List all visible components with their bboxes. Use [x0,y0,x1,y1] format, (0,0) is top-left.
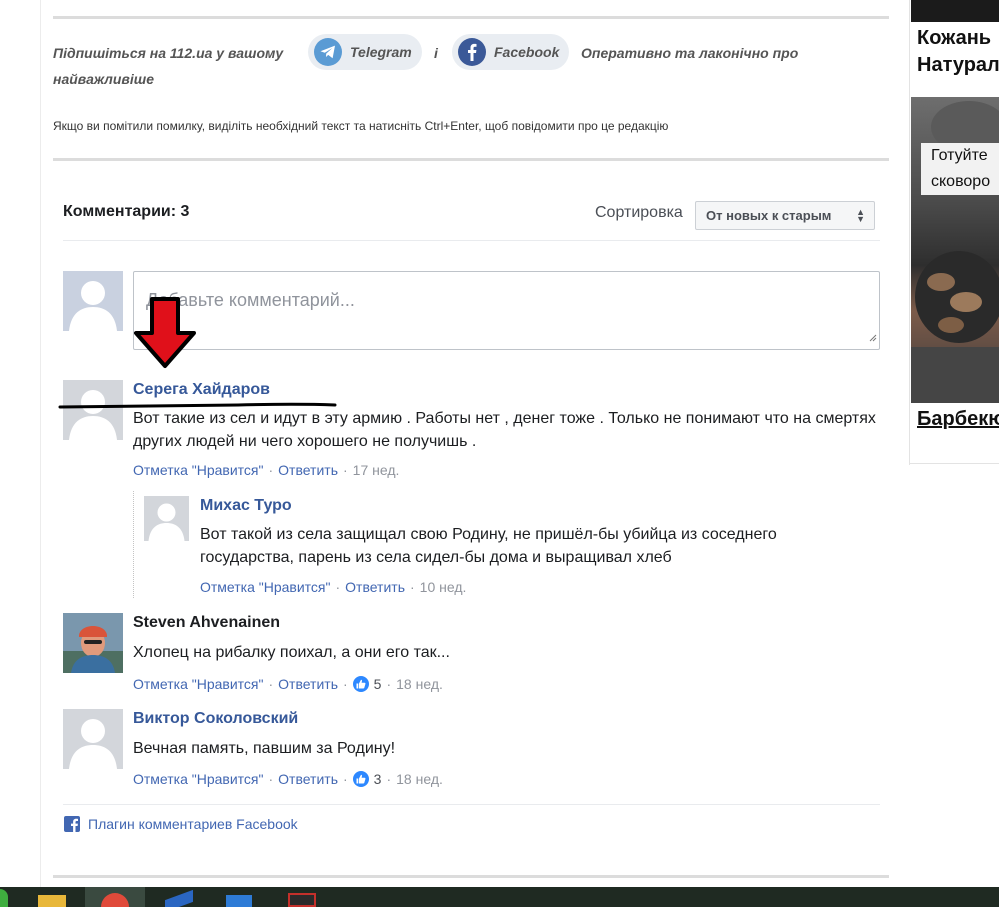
comment-author-link[interactable]: Steven Ahvenainen [133,614,280,632]
os-taskbar [0,887,999,907]
sort-label: Сортировка [595,204,683,221]
telegram-icon [314,38,342,66]
red-down-arrow-annotation [134,297,196,368]
comment-actions: Отметка "Нравится" · Ответить · 17 нед. [133,462,399,478]
facebook-plugin-link[interactable]: Плагин комментариев Facebook [64,816,298,832]
facebook-plugin-label: Плагин комментариев Facebook [88,816,298,832]
taskbar-app-icon[interactable] [0,889,8,907]
folder-icon[interactable] [38,895,66,907]
comment-time[interactable]: 17 нед. [353,462,400,478]
error-report-notice: Якщо ви помітили помилку, виділіть необх… [53,119,669,133]
reply-thread-line [133,491,134,598]
facebook-square-icon [64,816,80,832]
sidebar-caption-line1: Готуйте [931,147,988,164]
comments-footer-divider [63,804,880,805]
subscribe-suffix: Оперативно та лаконічно про [581,45,799,61]
facebook-label: Facebook [494,44,560,60]
reply-link[interactable]: Ответить [278,462,338,478]
reply-link[interactable]: Ответить [345,579,405,595]
like-link[interactable]: Отметка "Нравится" [133,462,263,478]
divider-bottom [53,875,889,878]
separator-dot: · [410,579,415,595]
sort-value: От новых к старым [706,208,832,223]
subscribe-prefix: Підпишіться на 112.ua у вашому [53,45,284,61]
comment-author-link[interactable]: Виктор Соколовский [133,710,298,728]
vpn-icon[interactable] [165,889,193,907]
comment-author-link[interactable]: Серега Хайдаров [133,381,270,399]
separator-dot: · [386,771,392,787]
comment-text: Хлопец на рибалку поихал, а они его так.… [133,644,450,661]
separator-dot: · [343,771,348,787]
comment-input[interactable]: Добавьте комментарий... [133,271,880,350]
sidebar-news-image[interactable]: Готуйте сковоро [911,97,999,403]
like-thumb-icon [352,676,369,692]
separator-dot: · [268,462,274,478]
mail-icon[interactable] [226,895,252,907]
separator-dot: · [343,462,348,478]
comments-header-divider [63,240,880,241]
separator-dot: · [335,579,341,595]
sidebar-caption-line2: сковоро [931,173,991,190]
sidebar-border [909,0,910,465]
comment-author-link[interactable]: Михас Туро [200,497,292,515]
sidebar-news-caption: Готуйте сковоро [921,143,999,195]
subscribe-and: і [434,45,438,61]
comments-count: Комментарии: 3 [63,203,190,220]
comment-text: Вот такие из сел и идут в эту армию . Ра… [133,410,876,450]
sidebar-bottom-border [909,463,999,464]
facebook-icon [458,38,486,66]
avatar[interactable] [63,709,123,769]
comment-text: Вечная память, павшим за Родину! [133,740,396,757]
comment-text: Вот такой из села защищал свою Родину, н… [200,526,777,566]
reply-link[interactable]: Ответить [278,771,338,787]
sidebar-news-title-2[interactable]: Барбекю [917,408,999,431]
like-link[interactable]: Отметка "Нравится" [133,676,263,692]
divider-top [53,16,889,19]
avatar[interactable] [63,613,123,673]
comment-actions: Отметка "Нравится" · Ответить · 10 нед. [200,579,466,595]
telegram-button[interactable]: Telegram [308,34,422,70]
comment-actions: Отметка "Нравится" · Ответить · 5 · 18 н… [133,676,443,692]
facebook-button[interactable]: Facebook [452,34,570,70]
sort-select[interactable]: От новых к старым ▲ ▼ [695,201,875,230]
comment-actions: Отметка "Нравится" · Ответить · 3 · 18 н… [133,771,443,787]
like-count[interactable]: 3 [374,771,382,787]
sidebar-news-title-1[interactable]: Кожань [917,27,991,50]
resize-grip-icon[interactable] [868,329,877,347]
like-count[interactable]: 5 [374,676,382,692]
underline-annotation [58,402,337,409]
separator-dot: · [343,676,348,692]
content-left-border [40,0,41,887]
comment-time[interactable]: 18 нед. [396,676,443,692]
avatar[interactable] [144,496,189,541]
like-link[interactable]: Отметка "Нравится" [133,771,263,787]
divider-middle [53,158,889,161]
reply-link[interactable]: Ответить [278,676,338,692]
separator-dot: · [386,676,392,692]
separator-dot: · [268,771,274,787]
comment-time[interactable]: 10 нед. [420,579,467,595]
comment-time[interactable]: 18 нед. [396,771,443,787]
like-thumb-icon [352,771,369,787]
pdf-icon[interactable] [288,893,316,907]
subscribe-suffix-line2: найважливіше [53,71,155,87]
separator-dot: · [268,676,274,692]
telegram-label: Telegram [350,44,412,60]
sidebar-news-title-1-line2[interactable]: Натурал [917,54,999,77]
sort-caret-icon: ▲ ▼ [856,207,865,224]
sidebar-news-image-top[interactable] [911,0,999,22]
current-user-avatar [63,271,123,331]
like-link[interactable]: Отметка "Нравится" [200,579,330,595]
